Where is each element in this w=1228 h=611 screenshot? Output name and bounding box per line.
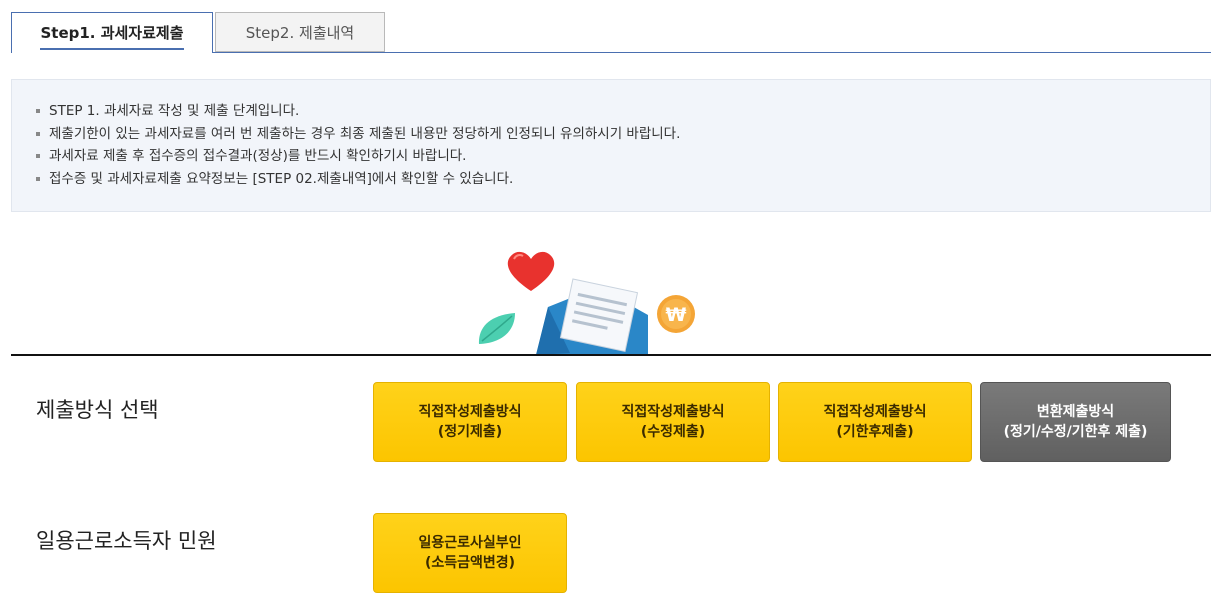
notice-text: 제출기한이 있는 과세자료를 여러 번 제출하는 경우 최종 제출된 내용만 정… [49,125,681,142]
button-line2: (수정제출) [640,424,706,440]
direct-amend-submit-button[interactable]: 직접작성제출방식 (수정제출) [576,382,770,462]
button-line2: (정기/수정/기한후 제출) [1003,424,1148,440]
direct-late-submit-button[interactable]: 직접작성제출방식 (기한후제출) [778,382,972,462]
won-symbol: ₩ [666,304,687,326]
button-line2: (소득금액변경) [424,555,516,571]
conversion-submit-button[interactable]: 변환제출방식 (정기/수정/기한후 제출) [980,382,1171,462]
tab-step2-label: Step2. 제출내역 [245,23,355,42]
notice-item: STEP 1. 과세자료 작성 및 제출 단계입니다. [36,100,1210,123]
notice-item: 제출기한이 있는 과세자료를 여러 번 제출하는 경우 최종 제출된 내용만 정… [36,123,1210,146]
button-line1: 일용근로사실부인 [418,535,522,551]
deny-daily-work-button[interactable]: 일용근로사실부인 (소득금액변경) [373,513,567,593]
submission-illustration: ₩ [470,245,710,355]
button-line1: 직접작성제출방식 [621,404,725,420]
tab-step1-submit[interactable]: Step1. 과세자료제출 [11,12,213,53]
heart-icon [507,251,555,291]
button-line2: (정기제출) [437,424,503,440]
bullet-icon [36,154,40,159]
button-line1: 직접작성제출방식 [823,404,927,420]
button-line1: 변환제출방식 [1036,404,1115,420]
tab-underline [213,52,1211,53]
section-divider [11,354,1211,356]
tab-step1-label: Step1. 과세자료제출 [40,22,184,50]
bullet-icon [36,131,40,136]
bullet-icon [36,109,40,114]
notice-item: 과세자료 제출 후 접수증의 접수결과(정상)를 반드시 확인하기시 바랍니다. [36,145,1210,168]
notice-text: 접수증 및 과세자료제출 요약정보는 [STEP 02.제출내역]에서 확인할 … [49,170,514,187]
button-line2: (기한후제출) [836,424,914,440]
tab-step2-history[interactable]: Step2. 제출내역 [215,12,385,52]
notice-text: STEP 1. 과세자료 작성 및 제출 단계입니다. [49,103,300,119]
daily-worker-label: 일용근로소득자 민원 [36,529,217,553]
notice-text: 과세자료 제출 후 접수증의 접수결과(정상)를 반드시 확인하기시 바랍니다. [49,148,467,164]
envelope-icon [536,278,648,355]
submission-method-label: 제출방식 선택 [36,398,159,422]
tab-bar: Step1. 과세자료제출 Step2. 제출내역 [11,12,1211,53]
leaf-icon [478,313,515,344]
button-line1: 직접작성제출방식 [418,404,522,420]
notice-item: 접수증 및 과세자료제출 요약정보는 [STEP 02.제출내역]에서 확인할 … [36,168,1210,191]
notice-box: STEP 1. 과세자료 작성 및 제출 단계입니다. 제출기한이 있는 과세자… [11,79,1211,212]
bullet-icon [36,176,40,181]
direct-regular-submit-button[interactable]: 직접작성제출방식 (정기제출) [373,382,567,462]
won-coin-icon: ₩ [657,295,695,333]
